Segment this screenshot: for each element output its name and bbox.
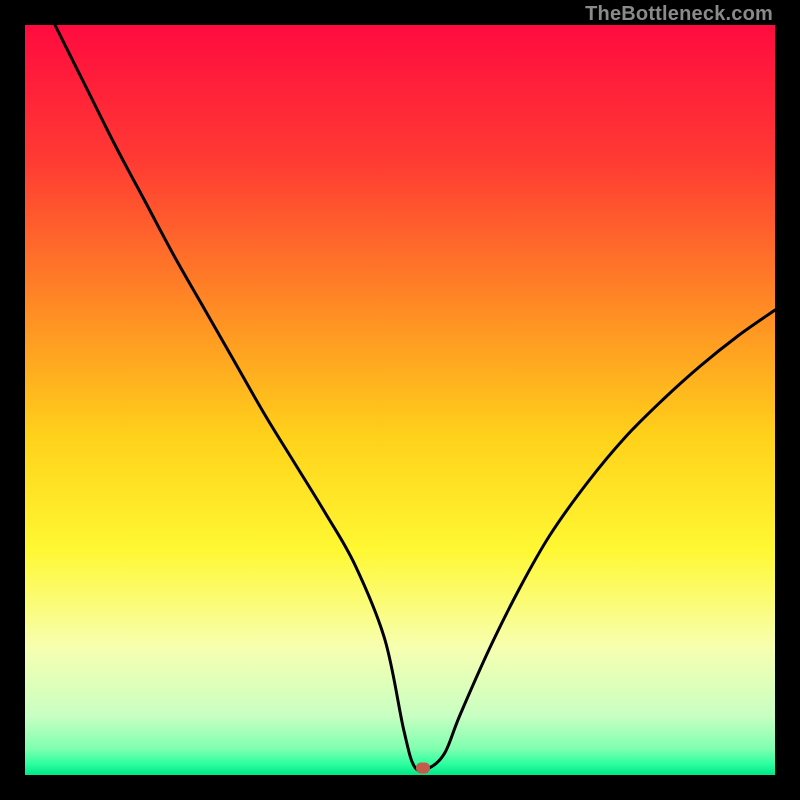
optimal-point-marker [416,762,430,773]
chart-frame: TheBottleneck.com [0,0,800,800]
watermark-text: TheBottleneck.com [585,3,773,26]
curve-layer [25,25,775,775]
plot-area [25,25,775,775]
bottleneck-curve [55,25,775,771]
